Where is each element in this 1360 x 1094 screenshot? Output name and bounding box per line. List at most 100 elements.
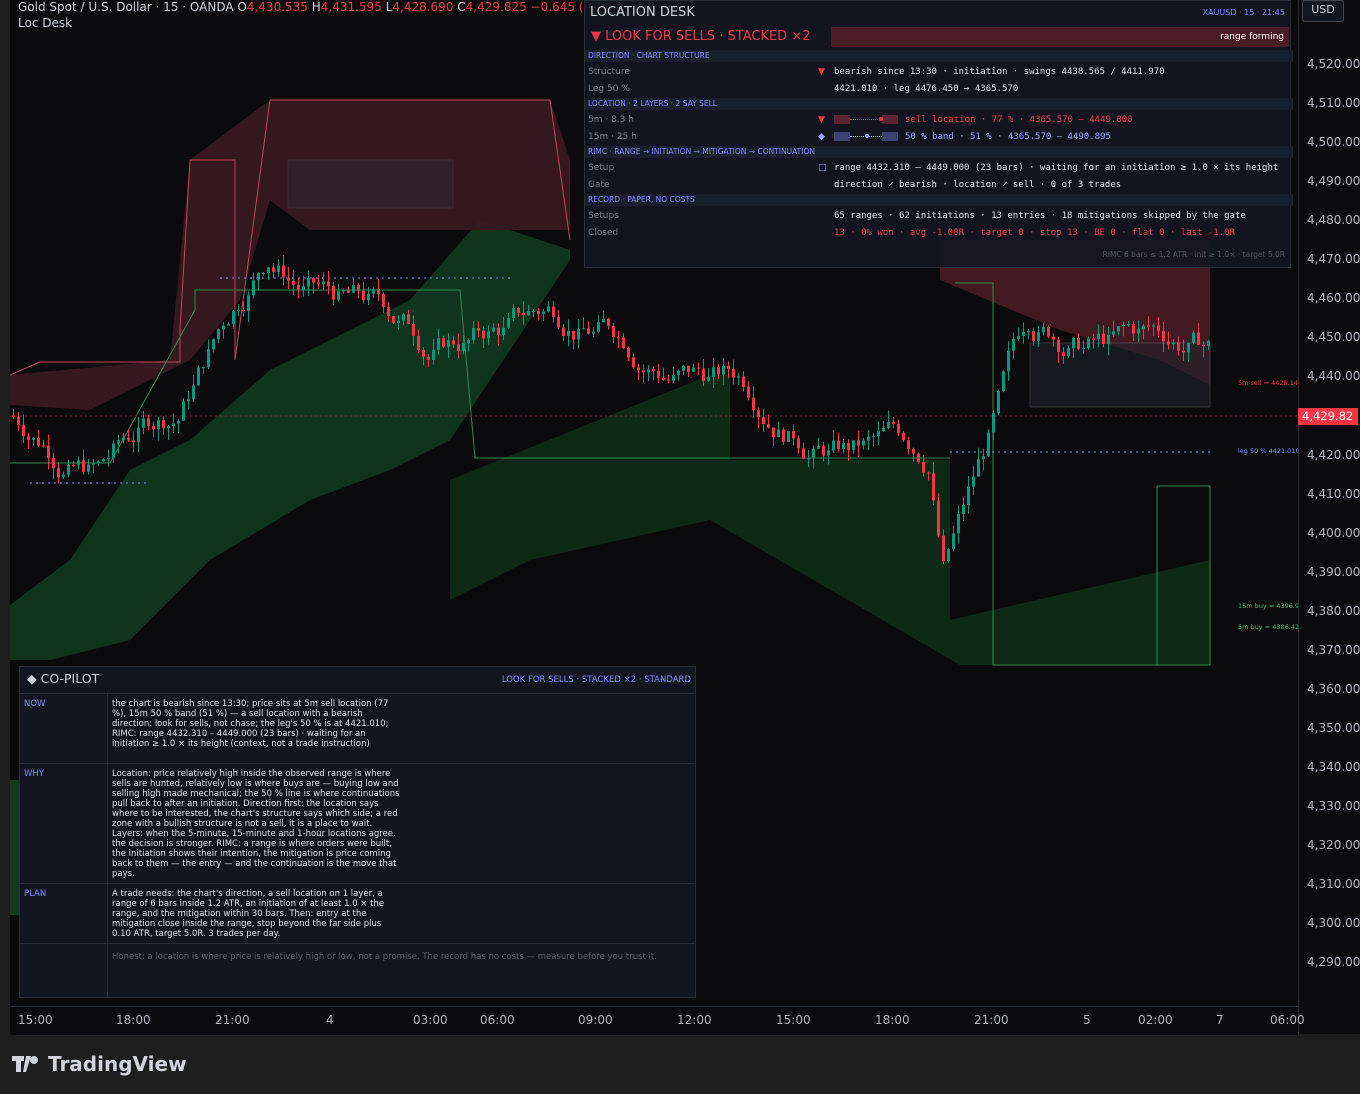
candle-body: [232, 310, 235, 324]
candle-body: [37, 437, 40, 446]
candle-body: [717, 367, 720, 375]
low-value: 4,428.690: [392, 0, 454, 14]
time-tick: 4: [326, 1013, 334, 1027]
copilot-row-plan: PLAN A trade needs: the chart's directio…: [20, 883, 695, 944]
time-tick: 12:00: [677, 1013, 712, 1027]
candle-body: [657, 371, 660, 378]
candle-body: [347, 290, 350, 293]
candle-body: [477, 328, 480, 331]
candle-body: [992, 413, 995, 433]
candle-body: [592, 331, 595, 334]
currency-button[interactable]: USD: [1302, 0, 1344, 22]
candle-body: [642, 370, 645, 373]
candle-body: [207, 349, 210, 368]
symbol-header[interactable]: Gold Spot / U.S. Dollar · 15 · OANDA O4,…: [18, 0, 636, 14]
candle-body: [27, 436, 30, 440]
candle-body: [482, 330, 485, 339]
candle-body: [987, 432, 990, 457]
candle-body: [587, 328, 590, 334]
candle-body: [1012, 338, 1015, 351]
price-tick: 4,350.00: [1307, 720, 1360, 735]
candle-body: [367, 293, 370, 301]
candle-body: [102, 459, 105, 462]
indicator-legend[interactable]: Loc Desk: [18, 16, 72, 30]
tradingview-logo-icon: [12, 1056, 38, 1072]
symbol-title[interactable]: Gold Spot / U.S. Dollar · 15 · OANDA: [18, 0, 234, 14]
candle-body: [662, 377, 665, 380]
price-tick: 4,440.00: [1307, 369, 1360, 384]
candle-body: [822, 445, 825, 456]
price-tick: 4,320.00: [1307, 838, 1360, 852]
candle-body: [167, 426, 170, 429]
candle-body: [152, 426, 155, 430]
plan-key: PLAN: [24, 889, 47, 899]
candle-body: [1197, 332, 1200, 345]
setup-value: range 4432.310 – 4449.000 (23 bars) · wa…: [834, 163, 1279, 173]
candle-body: [1137, 329, 1140, 334]
gate-label: Gate: [588, 180, 610, 190]
neutral-diamond-icon: ◆: [818, 132, 825, 142]
why-key: WHY: [24, 769, 44, 779]
diamond-icon: ◆: [27, 671, 41, 686]
time-axis[interactable]: 15:00 18:00 21:00 4 03:00 06:00 09:00 12:00 15:0…: [10, 1006, 1305, 1035]
candle-body: [727, 365, 730, 369]
candle-body: [1167, 341, 1170, 345]
price-tick: 4,500.00: [1307, 135, 1360, 150]
closed-label: Closed: [588, 228, 619, 238]
price-tick: 4,480.00: [1307, 213, 1360, 228]
candle-body: [627, 348, 630, 358]
copilot-row-now: NOW the chart is bearish since 13:30; pr…: [20, 693, 695, 764]
candle-body: [197, 367, 200, 386]
candle-body: [212, 339, 215, 350]
candle-body: [267, 267, 270, 273]
candle-body: [457, 344, 460, 352]
desk-title: LOCATION DESK: [590, 5, 695, 20]
candle-body: [432, 349, 435, 361]
candle-body: [1187, 342, 1190, 353]
honest-text: Honest: a location is where price is rel…: [112, 952, 657, 962]
candle-body: [677, 370, 680, 376]
row-divider: [107, 884, 108, 944]
candle-body: [307, 277, 310, 287]
price-tick: 4,450.00: [1307, 330, 1360, 345]
candle-body: [257, 273, 260, 281]
candle-body: [77, 460, 80, 466]
candle-body: [597, 322, 600, 332]
candle-body: [572, 330, 575, 340]
chart-level-label: 5m sell ≈ 4428.143: [1238, 379, 1298, 387]
candle-body: [502, 327, 505, 335]
candle-body: [157, 420, 160, 430]
candle-body: [612, 325, 615, 338]
section-direction: DIRECTION · CHART STRUCTURE: [585, 50, 1293, 62]
chart-window: 5m sell ≈ 4428.143 leg 50 % 4421.010 15m b…: [0, 0, 1360, 1094]
candle-body: [867, 436, 870, 441]
price-axis[interactable]: 4,520.00 4,510.00 4,500.00 4,490.00 4,480.00…: [1298, 0, 1360, 1034]
candle-body: [552, 306, 555, 318]
candle-body: [302, 286, 305, 290]
candle-body: [582, 328, 585, 330]
candle-body: [362, 290, 365, 301]
candle-body: [952, 533, 955, 550]
candle-body: [1087, 338, 1090, 348]
candle-body: [1102, 333, 1105, 344]
section-record: RECORD · PAPER, NO COSTS: [585, 194, 1293, 206]
candle-body: [1007, 350, 1010, 372]
layer-5m-value: sell location · 77 % · 4365.570 – 4449.0…: [905, 115, 1133, 125]
candle-body: [1107, 334, 1110, 344]
high-value: 4,431.595: [320, 0, 382, 14]
candle-body: [877, 431, 880, 437]
candle-body: [827, 450, 830, 456]
candle-body: [227, 323, 230, 326]
candle-body: [1192, 332, 1195, 343]
price-tick: 4,300.00: [1307, 916, 1360, 931]
candle-body: [927, 472, 930, 474]
candle-body: [247, 295, 250, 312]
tradingview-logo[interactable]: TradingView: [12, 1052, 187, 1076]
price-tick: 4,330.00: [1307, 798, 1360, 813]
candle-body: [1112, 331, 1115, 335]
candle-body: [377, 289, 380, 295]
candle-body: [392, 316, 395, 324]
candle-body: [512, 307, 515, 319]
candle-body: [557, 317, 560, 328]
candle-body: [1077, 337, 1080, 349]
